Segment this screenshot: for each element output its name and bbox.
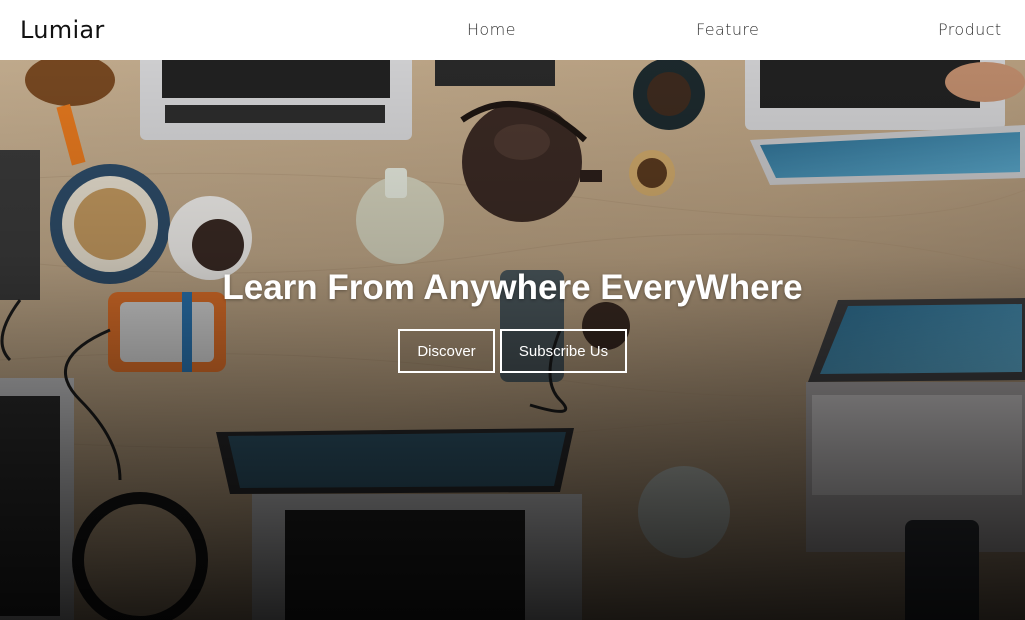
discover-button[interactable]: Discover: [398, 329, 495, 373]
nav-link-home[interactable]: Home: [467, 20, 516, 39]
subscribe-button[interactable]: Subscribe Us: [500, 329, 627, 373]
nav-link-product[interactable]: Product: [938, 20, 1002, 39]
hero-title: Learn From Anywhere EveryWhere: [222, 268, 803, 307]
brand-logo[interactable]: Lumiar: [20, 16, 105, 44]
nav-link-feature[interactable]: Feature: [696, 20, 759, 39]
navbar: Lumiar Home Feature Product: [0, 0, 1025, 60]
hero-section: Learn From Anywhere EveryWhere Discover …: [0, 60, 1025, 620]
